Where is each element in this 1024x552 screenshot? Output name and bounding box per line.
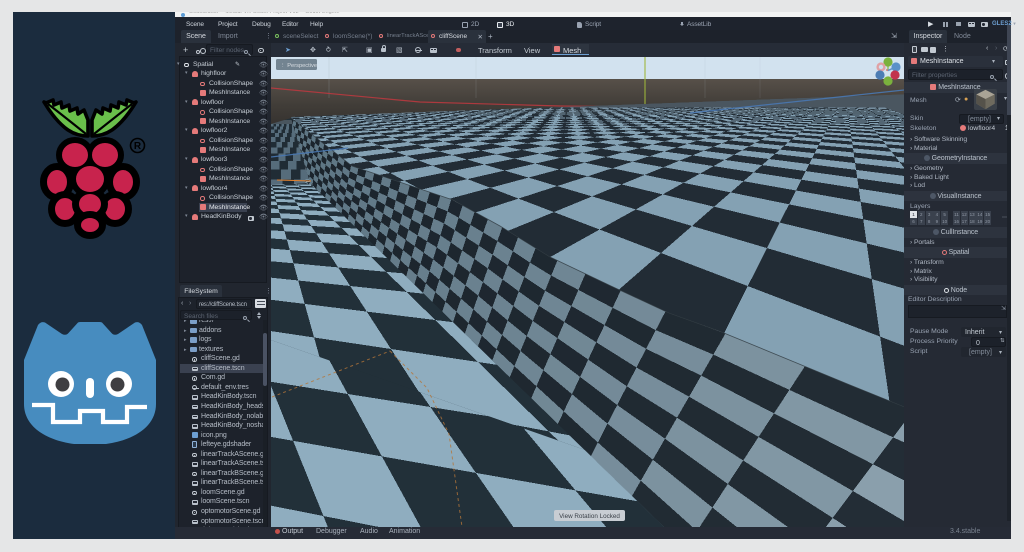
svg-text:⋮ Perspective: ⋮ Perspective [280,63,317,69]
svg-text:R: R [134,141,142,152]
svg-text:View Rotation Locked: View Rotation Locked [559,513,620,520]
